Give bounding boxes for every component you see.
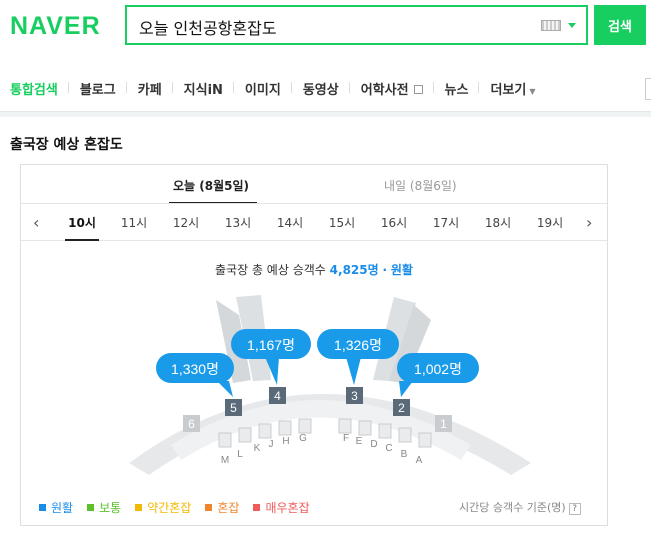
legend-swatch bbox=[205, 504, 213, 511]
tab-cafe[interactable]: 카페 bbox=[127, 79, 173, 98]
search-box[interactable]: 오늘 인천공항혼잡도 bbox=[125, 5, 588, 45]
legend-label: 혼잡 bbox=[217, 501, 240, 515]
tab-video[interactable]: 동영상 bbox=[292, 79, 350, 98]
tab-dictionary-label: 어학사전 bbox=[360, 82, 409, 98]
hour-selector: ‹ 10시 11시 12시 13시 14시 15시 16시 17시 18시 19… bbox=[21, 203, 607, 241]
counter-letter: M bbox=[221, 455, 229, 466]
divider bbox=[0, 112, 651, 117]
counter-letter: B bbox=[401, 449, 408, 460]
help-icon[interactable]: ? bbox=[568, 503, 581, 515]
bubble-gate-5[interactable]: 1,330명 bbox=[156, 353, 234, 397]
legend-normal: 보통 bbox=[87, 499, 121, 516]
tab-more[interactable]: 더보기 ▼ bbox=[479, 79, 546, 98]
tab-more-label: 더보기 bbox=[490, 82, 527, 98]
hour-12[interactable]: 12시 bbox=[166, 214, 206, 231]
legend-smooth: 원활 bbox=[39, 499, 73, 516]
counter-letter: J bbox=[269, 439, 274, 450]
legend-very-busy: 매우혼잡 bbox=[253, 499, 310, 516]
legend-swatch bbox=[135, 504, 143, 511]
bubble-gate-4-text: 1,167명 bbox=[247, 337, 295, 353]
counter-letter: K bbox=[254, 443, 261, 454]
gate-6-label: 6 bbox=[188, 417, 195, 431]
legend-slightly-busy: 약간혼잡 bbox=[135, 499, 191, 516]
search-button[interactable]: 검색 bbox=[594, 5, 646, 45]
naver-logo[interactable]: NAVER bbox=[10, 12, 101, 41]
hour-17[interactable]: 17시 bbox=[426, 214, 466, 231]
hour-11[interactable]: 11시 bbox=[114, 214, 154, 231]
counter-letter: C bbox=[385, 443, 392, 454]
legend-note-text: 시간당 승객수 기준(명) bbox=[459, 501, 566, 514]
tab-today[interactable]: 오늘 (8월5일) bbox=[173, 177, 249, 194]
tab-tomorrow[interactable]: 내일 (8월6일) bbox=[384, 177, 457, 194]
tab-integrated[interactable]: 통합검색 bbox=[0, 79, 69, 98]
nav-side-input[interactable] bbox=[645, 78, 651, 100]
bubble-gate-2[interactable]: 1,002명 bbox=[397, 353, 479, 397]
legend-swatch bbox=[39, 504, 46, 511]
bubble-gate-2-text: 1,002명 bbox=[414, 361, 462, 377]
hour-19[interactable]: 19시 bbox=[530, 214, 570, 231]
hour-15[interactable]: 15시 bbox=[322, 214, 362, 231]
hour-14[interactable]: 14시 bbox=[270, 214, 310, 231]
section-title: 출국장 예상 혼잡도 bbox=[10, 137, 123, 153]
counter-letter: F bbox=[343, 433, 349, 444]
tab-kin[interactable]: 지식iN bbox=[173, 79, 235, 98]
external-window-icon bbox=[413, 84, 423, 94]
terminal-inner bbox=[171, 400, 471, 460]
dropdown-arrow-icon: ▼ bbox=[529, 86, 536, 96]
bubble-gate-3-text: 1,326명 bbox=[334, 337, 382, 353]
legend-note: 시간당 승객수 기준(명)? bbox=[459, 499, 581, 515]
legend-label: 원활 bbox=[51, 501, 74, 515]
search-category-tabs: 통합검색 블로그 카페 지식iN 이미지 동영상 어학사전 뉴스 더보기 ▼ bbox=[0, 70, 651, 106]
gate-3-label: 3 bbox=[351, 389, 358, 403]
legend: 원활 보통 약간혼잡 혼잡 매우혼잡 bbox=[39, 499, 310, 516]
counter-letter: L bbox=[237, 449, 243, 460]
hour-10[interactable]: 10시 bbox=[62, 214, 102, 231]
hour-18[interactable]: 18시 bbox=[478, 214, 518, 231]
tab-news[interactable]: 뉴스 bbox=[434, 79, 480, 98]
gate-2-label: 2 bbox=[398, 401, 405, 415]
legend-label: 매우혼잡 bbox=[265, 501, 310, 515]
legend-busy: 혼잡 bbox=[205, 499, 239, 516]
legend-swatch bbox=[87, 504, 95, 511]
counter-letter: H bbox=[282, 436, 289, 447]
legend-swatch bbox=[253, 504, 261, 511]
summary-prefix: 출국장 총 예상 승객수 bbox=[215, 263, 326, 277]
summary-count: 4,825명 bbox=[329, 263, 379, 277]
gate-4-label: 4 bbox=[274, 389, 281, 403]
summary-separator: · bbox=[382, 263, 388, 277]
tab-blog[interactable]: 블로그 bbox=[69, 79, 127, 98]
tab-dictionary[interactable]: 어학사전 bbox=[350, 79, 434, 98]
passenger-summary: 출국장 총 예상 승객수 4,825명 · 원활 bbox=[21, 261, 607, 278]
counter-letter: D bbox=[370, 439, 377, 450]
congestion-card: 오늘 (8월5일) 내일 (8월6일) ‹ 10시 11시 12시 13시 14… bbox=[20, 164, 608, 526]
bubble-gate-5-text: 1,330명 bbox=[171, 361, 219, 377]
gate-1-label: 1 bbox=[440, 417, 447, 431]
counter-letter: A bbox=[416, 455, 423, 466]
terminal-map: 6 5 4 3 2 1 M L K J H G F E D C B A 1,33… bbox=[129, 295, 531, 475]
keyboard-icon[interactable] bbox=[541, 20, 561, 31]
counter-letter: G bbox=[299, 433, 307, 444]
gate-5-label: 5 bbox=[230, 401, 237, 415]
active-hour-indicator bbox=[65, 239, 99, 241]
summary-status: 원활 bbox=[390, 263, 413, 277]
legend-label: 보통 bbox=[99, 501, 122, 515]
hour-13[interactable]: 13시 bbox=[218, 214, 258, 231]
prev-hour-icon[interactable]: ‹ bbox=[33, 213, 39, 232]
search-input[interactable]: 오늘 인천공항혼잡도 bbox=[139, 15, 277, 39]
next-hour-icon[interactable]: › bbox=[586, 213, 592, 232]
tab-image[interactable]: 이미지 bbox=[234, 79, 292, 98]
autocomplete-toggle-icon[interactable] bbox=[568, 23, 576, 28]
hour-16[interactable]: 16시 bbox=[374, 214, 414, 231]
legend-label: 약간혼잡 bbox=[147, 501, 192, 515]
counter-letter: E bbox=[356, 436, 363, 447]
